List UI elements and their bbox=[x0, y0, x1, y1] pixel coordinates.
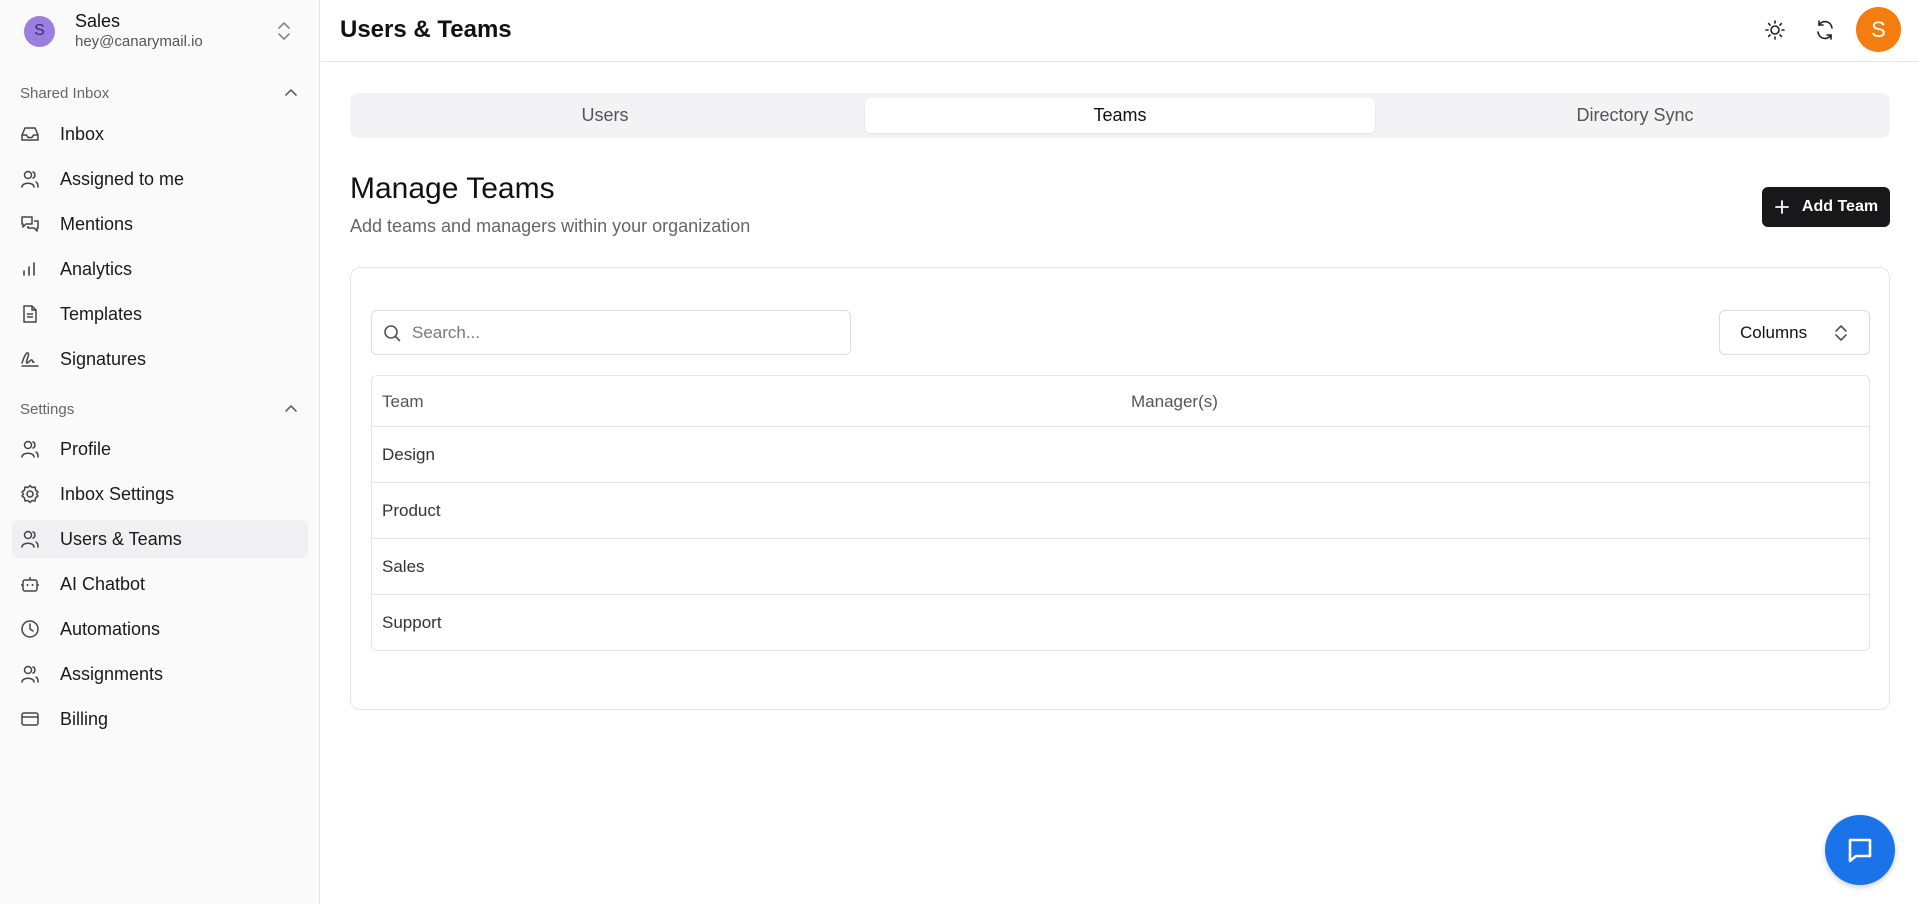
search-box[interactable] bbox=[371, 310, 851, 355]
add-team-button[interactable]: Add Team bbox=[1762, 187, 1890, 227]
tab-teams[interactable]: Teams bbox=[865, 98, 1375, 133]
sidebar-item-ai-chatbot[interactable]: AI Chatbot bbox=[12, 565, 308, 603]
table-header: Team Manager(s) bbox=[372, 376, 1869, 427]
chat-bubble-icon bbox=[1848, 838, 1872, 863]
section-subtitle: Add teams and managers within your organ… bbox=[350, 216, 751, 236]
sidebar-item-inbox-settings[interactable]: Inbox Settings bbox=[12, 475, 308, 513]
columns-button[interactable]: Columns bbox=[1719, 310, 1870, 355]
column-header-team[interactable]: Team bbox=[382, 392, 424, 412]
inbox-icon bbox=[20, 124, 40, 144]
sidebar-item-label: Assignments bbox=[60, 663, 164, 684]
chat-icon bbox=[20, 214, 40, 234]
plus-icon bbox=[1775, 200, 1789, 214]
chevron-up-down-icon[interactable] bbox=[275, 19, 293, 43]
sun-icon[interactable] bbox=[1762, 17, 1788, 43]
users-icon bbox=[20, 664, 40, 684]
section-title: Manage Teams bbox=[350, 172, 555, 205]
sidebar-item-label: Assigned to me bbox=[60, 168, 185, 189]
team-name: Support bbox=[382, 613, 442, 632]
column-header-managers[interactable]: Manager(s) bbox=[1131, 392, 1218, 412]
chevron-up-down-icon bbox=[1835, 325, 1847, 341]
team-name: Product bbox=[382, 501, 441, 520]
team-name: Sales bbox=[382, 557, 425, 576]
sidebar-item-label: Inbox bbox=[60, 123, 105, 144]
sidebar-item-label: Mentions bbox=[60, 213, 134, 234]
account-name: Sales bbox=[75, 11, 121, 31]
table-row[interactable]: Product bbox=[372, 483, 1869, 539]
sidebar-item-users-teams[interactable]: Users & Teams bbox=[12, 520, 308, 558]
team-name: Design bbox=[382, 445, 435, 464]
users-icon bbox=[20, 439, 40, 459]
sidebar-item-label: Templates bbox=[60, 303, 143, 324]
account-avatar: S bbox=[24, 15, 55, 47]
gear-icon bbox=[20, 484, 40, 504]
sidebar-item-label: Billing bbox=[60, 708, 109, 729]
bot-icon bbox=[20, 574, 40, 594]
add-team-label: Add Team bbox=[1801, 198, 1879, 215]
search-icon bbox=[384, 324, 401, 341]
section-header-shared-inbox[interactable]: Shared Inbox bbox=[20, 81, 300, 105]
sidebar-item-label: Signatures bbox=[60, 348, 147, 369]
search-input[interactable] bbox=[412, 322, 832, 343]
file-icon bbox=[20, 304, 40, 324]
sidebar-item-analytics[interactable]: Analytics bbox=[12, 250, 308, 288]
account-email: hey@canarymail.io bbox=[75, 33, 203, 50]
sidebar-item-label: Profile bbox=[60, 438, 112, 459]
sidebar-item-profile[interactable]: Profile bbox=[12, 430, 308, 468]
page-title: Users & Teams bbox=[340, 16, 512, 43]
sidebar-item-label: Automations bbox=[60, 618, 161, 639]
sidebar-item-label: Users & Teams bbox=[60, 528, 182, 549]
sidebar-item-templates[interactable]: Templates bbox=[12, 295, 308, 333]
user-avatar[interactable]: S bbox=[1856, 7, 1901, 52]
user-icon bbox=[20, 169, 40, 189]
chevron-up-icon bbox=[285, 405, 297, 412]
sidebar-item-inbox[interactable]: Inbox bbox=[12, 115, 308, 153]
tab-bar: Users Teams Directory Sync bbox=[350, 93, 1890, 138]
sidebar-item-automations[interactable]: Automations bbox=[12, 610, 308, 648]
sidebar-item-label: Analytics bbox=[60, 258, 133, 279]
columns-label: Columns bbox=[1740, 322, 1808, 342]
chat-button[interactable] bbox=[1825, 815, 1895, 885]
sidebar-item-billing[interactable]: Billing bbox=[12, 700, 308, 738]
table-row[interactable]: Design bbox=[372, 427, 1869, 483]
top-bar: Users & Teams S bbox=[321, 0, 1919, 62]
users-icon bbox=[20, 529, 40, 549]
table-row[interactable]: Sales bbox=[372, 539, 1869, 595]
sidebar-item-assigned-to-me[interactable]: Assigned to me bbox=[12, 160, 308, 198]
signature-icon bbox=[20, 349, 40, 369]
account-switcher[interactable]: S Sales hey@canarymail.io bbox=[0, 0, 320, 62]
section-header-settings[interactable]: Settings bbox=[20, 397, 300, 421]
sidebar: S Sales hey@canarymail.io Shared Inbox I… bbox=[0, 0, 320, 904]
sidebar-item-signatures[interactable]: Signatures bbox=[12, 340, 308, 378]
refresh-icon[interactable] bbox=[1812, 17, 1838, 43]
sidebar-item-label: AI Chatbot bbox=[60, 573, 146, 594]
chevron-up-icon bbox=[285, 89, 297, 96]
bar-chart-icon bbox=[20, 259, 40, 279]
clock-icon bbox=[20, 619, 40, 639]
teams-card: Columns Team Manager(s) Design Product S… bbox=[350, 267, 1890, 710]
credit-card-icon bbox=[20, 709, 40, 729]
table-row[interactable]: Support bbox=[372, 595, 1869, 650]
tab-directory-sync[interactable]: Directory Sync bbox=[1385, 98, 1885, 133]
tab-users[interactable]: Users bbox=[355, 98, 855, 133]
sidebar-item-assignments[interactable]: Assignments bbox=[12, 655, 308, 693]
teams-table: Team Manager(s) Design Product Sales Sup… bbox=[371, 375, 1870, 651]
sidebar-item-label: Inbox Settings bbox=[60, 483, 175, 504]
sidebar-item-mentions[interactable]: Mentions bbox=[12, 205, 308, 243]
